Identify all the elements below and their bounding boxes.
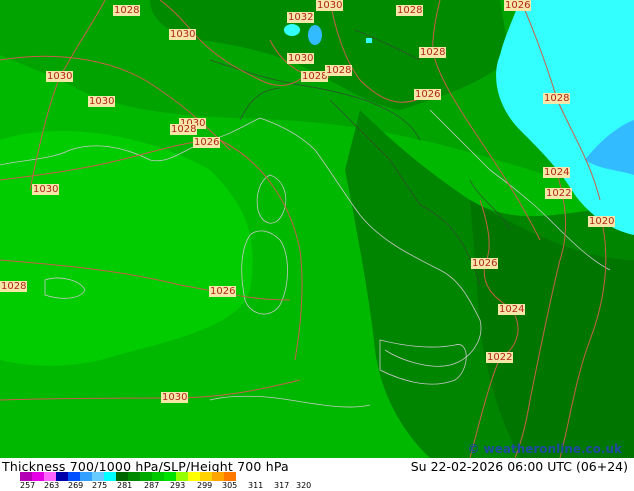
isobar-label: 1022 — [545, 188, 573, 199]
isobar-label: 1028 — [396, 5, 424, 16]
isobar-label: 1028 — [419, 47, 447, 58]
isobar-label: 1020 — [588, 216, 616, 227]
legend-tick-label: 257 — [20, 481, 36, 490]
legend-tick-label: 287 — [144, 481, 160, 490]
legend-swatch — [104, 472, 116, 481]
isobar-label: 1032 — [287, 12, 315, 23]
isobar-label: 1026 — [471, 258, 499, 269]
legend-tick-label: 275 — [92, 481, 108, 490]
isobar-label: 1026 — [504, 0, 532, 11]
legend-tick-label: 305 — [222, 481, 238, 490]
footer-bar: © weatheronline.co.uk Thickness 700/1000… — [0, 442, 634, 490]
legend-swatch — [92, 472, 104, 481]
legend-tick-label: 320 — [296, 481, 312, 490]
isobar-label: 1030 — [287, 53, 315, 64]
isobar-label: 1022 — [486, 352, 514, 363]
legend-swatch — [152, 472, 164, 481]
legend-swatch — [44, 472, 56, 481]
legend-swatch — [212, 472, 224, 481]
legend-swatch — [80, 472, 92, 481]
legend-swatch — [128, 472, 140, 481]
isobar-label: 1028 — [113, 5, 141, 16]
valid-time: Su 22-02-2026 06:00 UTC (06+24) — [410, 459, 628, 474]
legend-tick-label: 317 — [274, 481, 290, 490]
isobar-label: 1024 — [498, 304, 526, 315]
legend-swatch — [32, 472, 44, 481]
color-legend — [20, 472, 236, 481]
isobar-label: 1026 — [414, 89, 442, 100]
legend-swatch — [200, 472, 212, 481]
legend-swatch — [56, 472, 68, 481]
credit-text: © weatheronline.co.uk — [467, 442, 622, 456]
isobar-label: 1028 — [543, 93, 571, 104]
isobar-label: 1024 — [543, 167, 571, 178]
cyan-blob — [366, 38, 372, 43]
isobar-label: 1030 — [316, 0, 344, 11]
isobar-label: 1028 — [170, 124, 198, 135]
legend-swatch — [68, 472, 80, 481]
legend-swatch — [224, 472, 236, 481]
legend-swatch — [140, 472, 152, 481]
legend-tick-label: 263 — [44, 481, 60, 490]
legend-swatch — [188, 472, 200, 481]
isobar-label: 1030 — [161, 392, 189, 403]
isobar-label: 1030 — [88, 96, 116, 107]
isobar-label: 1030 — [46, 71, 74, 82]
legend-tick-label: 281 — [117, 481, 133, 490]
legend-tick-label: 269 — [68, 481, 84, 490]
isobar-label: 1028 — [0, 281, 28, 292]
isobar-label: 1026 — [193, 137, 221, 148]
legend-swatch — [20, 472, 32, 481]
legend-tick-label: 293 — [170, 481, 186, 490]
weather-map: 1028 1030 1032 1030 1028 1026 1030 1030 1030 1028… — [0, 0, 634, 458]
legend-swatch — [164, 472, 176, 481]
isobar-label: 1028 — [325, 65, 353, 76]
map-canvas — [0, 0, 634, 458]
legend-tick-label: 311 — [248, 481, 264, 490]
legend-tick-label: 299 — [197, 481, 213, 490]
legend-swatch — [176, 472, 188, 481]
legend-swatch — [116, 472, 128, 481]
isobar-label: 1026 — [209, 286, 237, 297]
isobar-label: 1030 — [169, 29, 197, 40]
cyan-blob — [308, 25, 322, 45]
cyan-blob — [284, 24, 300, 36]
isobar-label: 1030 — [32, 184, 60, 195]
